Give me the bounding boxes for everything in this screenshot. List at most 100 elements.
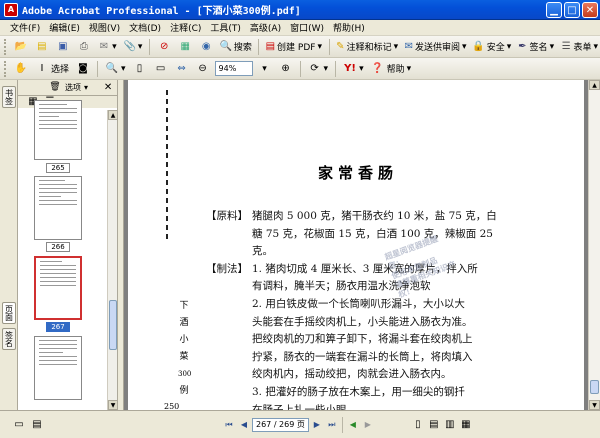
continuous-facing-icon[interactable]: ▦ (459, 418, 473, 432)
continuous-icon[interactable]: ▤ (427, 418, 441, 432)
email-icon: ✉ (99, 40, 109, 52)
document-scrollbar[interactable]: ▲ ▼ (588, 80, 600, 410)
create-pdf-icon: ▤ (265, 40, 276, 52)
text-line: 在肠子上扎一些小眼 (252, 403, 347, 410)
toolbar-file: 📂 ▤ ▣ ⎙ ✉ ▾ 📎 ▾ ⊘ ▦ ◉ 🔍 搜索 ▤ 创建 PDF ▾ ✎ 注释和标记 ▾… (0, 36, 600, 58)
send-icon: ✉ (404, 40, 414, 52)
previous-page-button[interactable]: ◀ (237, 418, 251, 432)
scroll-thumb[interactable] (109, 300, 117, 350)
document-icon[interactable]: ▤ (30, 418, 44, 432)
thumbnail-page-268[interactable] (34, 336, 82, 400)
hand-tool-button[interactable]: ✋ (12, 60, 30, 78)
menu-document[interactable]: 文档(D) (125, 21, 165, 34)
page-navigation: ⏮ ◀ 267 / 269 页 ▶ ⏭ ◀ ▶ (222, 416, 375, 433)
tab-signatures[interactable]: 签名 (2, 328, 16, 350)
forms-button[interactable]: ☰ 表单 ▾ (559, 38, 600, 56)
sign-button[interactable]: ✒ 签名 ▾ (515, 38, 556, 56)
zoom-input[interactable]: 94% (214, 61, 253, 76)
fit-page-icon: ▭ (155, 62, 166, 74)
stop-button[interactable]: ⊘ (155, 38, 173, 56)
help-label: 帮助 (386, 65, 405, 75)
scroll-down-arrow[interactable]: ▼ (589, 400, 600, 410)
actual-size-button[interactable]: ▯ (131, 60, 149, 78)
send-review-button[interactable]: ✉ 发送供审阅 ▾ (403, 38, 468, 56)
tab-pages[interactable]: 页面 (2, 302, 16, 324)
save-button[interactable]: ▣ (54, 38, 72, 56)
create-pdf-button[interactable]: ▤ 创建 PDF ▾ (264, 38, 323, 56)
page-layout-icon[interactable]: ▭ (12, 418, 26, 432)
thumbnail-page-265[interactable] (34, 100, 82, 160)
rotate-button[interactable]: ⟳ ▾ (306, 60, 331, 78)
next-page-button[interactable]: ▶ (310, 418, 324, 432)
text-line: 头能套在手摇绞肉机上，小头能进入肠衣为准。 (252, 315, 473, 328)
text-line: 猪腿肉 5 000 克，猪干肠衣约 10 米，盐 75 克，白 (252, 210, 497, 222)
zoom-out-button[interactable]: ⊖ (194, 60, 212, 78)
email-button[interactable]: ✉ ▾ (96, 38, 119, 56)
select-tool-button[interactable]: I 选择 (33, 60, 71, 78)
page-number-field[interactable]: 267 / 269 页 (252, 417, 309, 432)
single-page-icon[interactable]: ▯ (411, 418, 425, 432)
menu-edit[interactable]: 编辑(E) (45, 21, 84, 34)
recipe-text: 【原料】 猪腿肉 5 000 克，猪干肠衣约 10 米，盐 75 克，白 糖 7… (206, 208, 526, 410)
close-panel-icon[interactable]: ✕ (101, 81, 115, 95)
attach-button[interactable]: 📎 ▾ (122, 38, 145, 56)
previous-view-button[interactable]: ◀ (346, 418, 360, 432)
first-page-button[interactable]: ⏮ (222, 418, 236, 432)
comment-markup-button[interactable]: ✎ 注释和标记 ▾ (334, 38, 399, 56)
options-menu[interactable]: 选项 (65, 82, 81, 93)
document-viewport[interactable]: 家常香肠 【原料】 猪腿肉 5 000 克，猪干肠衣约 10 米，盐 75 克，… (124, 80, 588, 410)
scroll-down-arrow[interactable]: ▼ (108, 400, 118, 410)
snapshot-button[interactable]: ◙ (74, 60, 92, 78)
fit-page-button[interactable]: ▭ (152, 60, 170, 78)
forms-icon: ☰ (561, 40, 571, 52)
thumbnail-page-267-selected[interactable] (34, 256, 82, 320)
zoom-icon: 🔍 (105, 62, 119, 74)
zoom-dropdown[interactable]: ▾ (256, 60, 274, 78)
zoom-tool-button[interactable]: 🔍 ▾ (103, 60, 128, 78)
print-setup-button[interactable]: ◉ (197, 38, 215, 56)
new-button[interactable]: ▤ (33, 38, 51, 56)
window-title: Adobe Acrobat Professional - [下酒小菜300例.p… (22, 6, 301, 17)
text-line: 拧紧，肠衣的一端套在漏斗的长筒上，将肉填入 (252, 350, 473, 363)
search-icon: 🔍 (219, 40, 232, 52)
text-line: 3. 把灌好的肠子放在木案上，用一细尖的钢扦 (252, 385, 465, 398)
camera-icon: ◙ (78, 62, 88, 74)
menu-tools[interactable]: 工具(T) (206, 21, 245, 34)
menu-file[interactable]: 文件(F) (6, 21, 44, 34)
zoom-in-button[interactable]: ⊕ (277, 60, 295, 78)
next-view-button[interactable]: ▶ (361, 418, 375, 432)
tab-bookmarks[interactable]: 书签 (2, 86, 16, 108)
menu-window[interactable]: 窗口(W) (286, 21, 328, 34)
last-page-button[interactable]: ⏭ (325, 418, 339, 432)
thumbnails-scrollbar[interactable]: ▲ ▼ (107, 110, 118, 410)
scroll-thumb[interactable] (590, 380, 599, 394)
scroll-up-arrow[interactable]: ▲ (108, 110, 118, 120)
vertical-char: 300 (178, 370, 192, 378)
maximize-button[interactable]: □ (564, 2, 580, 18)
secure-label: 安全 (486, 43, 505, 53)
thumbnail-page-266[interactable] (34, 176, 82, 240)
facing-icon[interactable]: ▥ (443, 418, 457, 432)
yahoo-button[interactable]: Y! ▾ (341, 60, 366, 78)
minimize-button[interactable]: ▁ (546, 2, 562, 18)
menu-comments[interactable]: 注释(C) (166, 21, 205, 34)
close-button[interactable]: ✕ (582, 2, 598, 18)
secure-button[interactable]: 🔒 安全 ▾ (471, 38, 512, 56)
print-button[interactable]: ⎙ (75, 38, 93, 56)
thumbnails-header: 🗑 选项 ▾ ✕ (18, 80, 117, 96)
text-cursor-icon: I (40, 62, 44, 74)
help-button[interactable]: ❓ 帮助 ▾ (369, 60, 414, 78)
search-button[interactable]: 🔍 搜索 (218, 38, 253, 56)
separator (97, 60, 99, 77)
vertical-char: 菜 (179, 352, 189, 362)
scroll-up-arrow[interactable]: ▲ (589, 80, 600, 90)
menu-advanced[interactable]: 高级(A) (246, 21, 285, 34)
menu-view[interactable]: 视图(V) (85, 21, 124, 34)
fit-width-icon: ⇔ (177, 62, 186, 74)
images-button[interactable]: ▦ (176, 38, 194, 56)
layout-buttons: ▯ ▤ ▥ ▦ (411, 418, 473, 432)
trash-icon[interactable]: 🗑 (48, 81, 62, 95)
open-button[interactable]: 📂 (12, 38, 30, 56)
fit-width-button[interactable]: ⇔ (173, 60, 191, 78)
menu-help[interactable]: 帮助(H) (329, 21, 369, 34)
